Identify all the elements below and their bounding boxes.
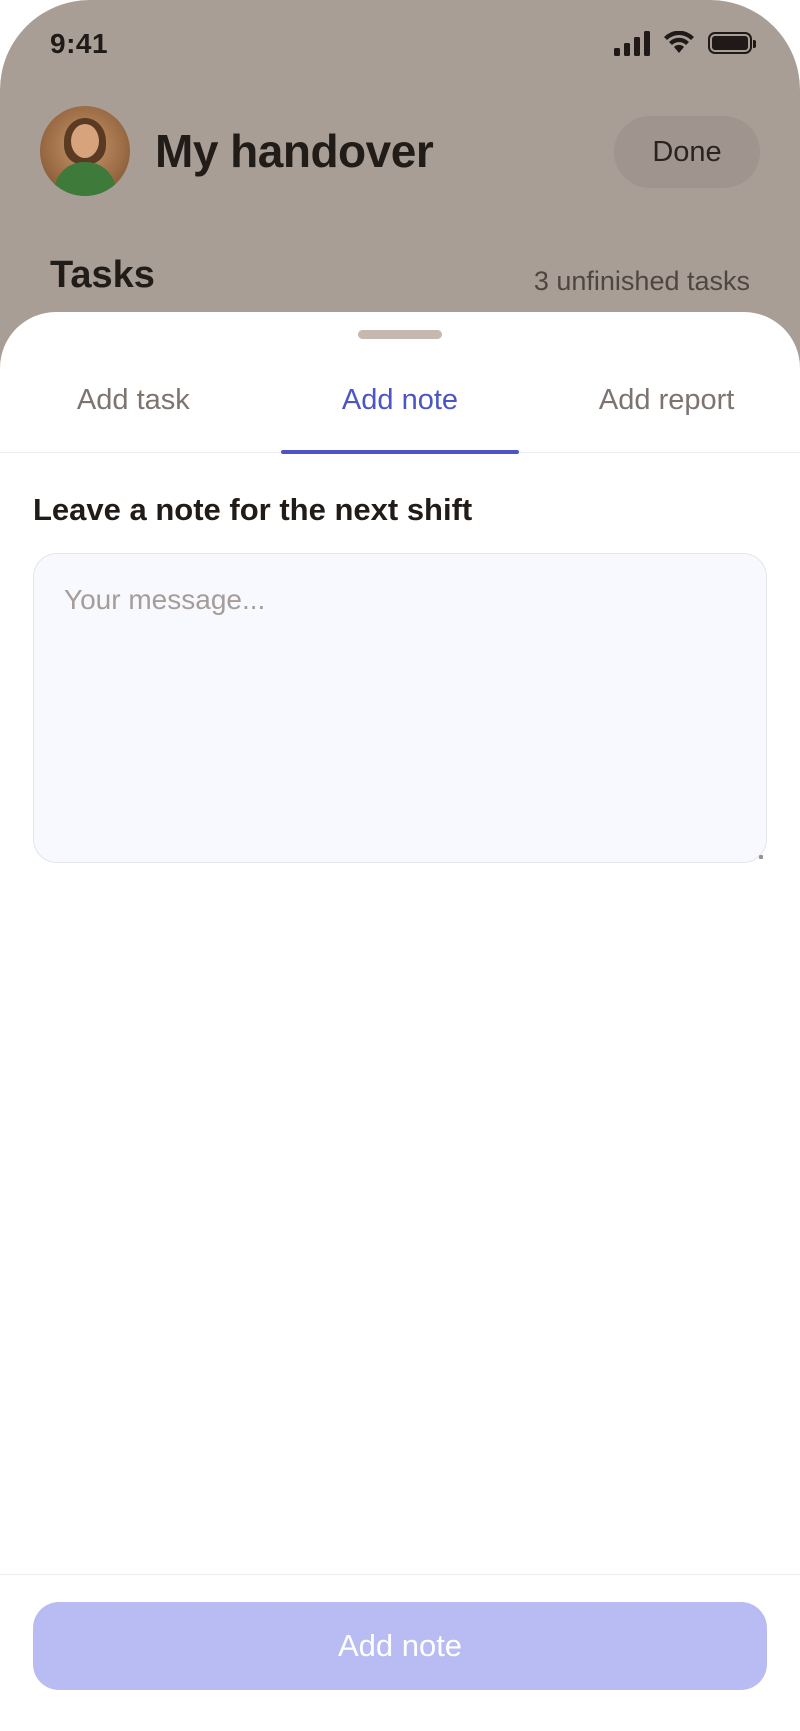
header: My handover Done: [0, 100, 800, 210]
handover-screen: 9:41 My handover Done Tasks 3 unfinished…: [0, 0, 800, 1731]
tasks-heading: Tasks: [50, 254, 155, 296]
status-bar: 9:41: [0, 0, 800, 90]
tab-add-note[interactable]: Add note: [267, 358, 534, 454]
bottom-sheet: Add task Add note Add report Leave a not…: [0, 312, 800, 1731]
tab-bar: Add task Add note Add report: [0, 358, 800, 454]
signal-icon: [614, 30, 650, 56]
note-label: Leave a note for the next shift: [33, 492, 473, 527]
tab-add-report[interactable]: Add report: [533, 358, 800, 452]
unfinished-tasks-count: 3 unfinished tasks: [533, 266, 750, 296]
message-input[interactable]: [33, 553, 767, 863]
avatar-body: [54, 162, 116, 196]
battery-icon: [708, 32, 756, 54]
sheet-grabber[interactable]: [358, 330, 442, 339]
tab-add-task[interactable]: Add task: [0, 358, 267, 452]
page-title: My handover: [155, 125, 434, 177]
resize-handle[interactable]: [759, 855, 763, 859]
status-icons: [614, 30, 756, 56]
avatar-face: [71, 124, 99, 158]
done-button[interactable]: Done: [614, 116, 760, 188]
add-note-button[interactable]: Add note: [33, 1602, 767, 1690]
status-time: 9:41: [50, 28, 109, 59]
avatar[interactable]: [40, 106, 130, 196]
wifi-icon: [664, 31, 694, 53]
